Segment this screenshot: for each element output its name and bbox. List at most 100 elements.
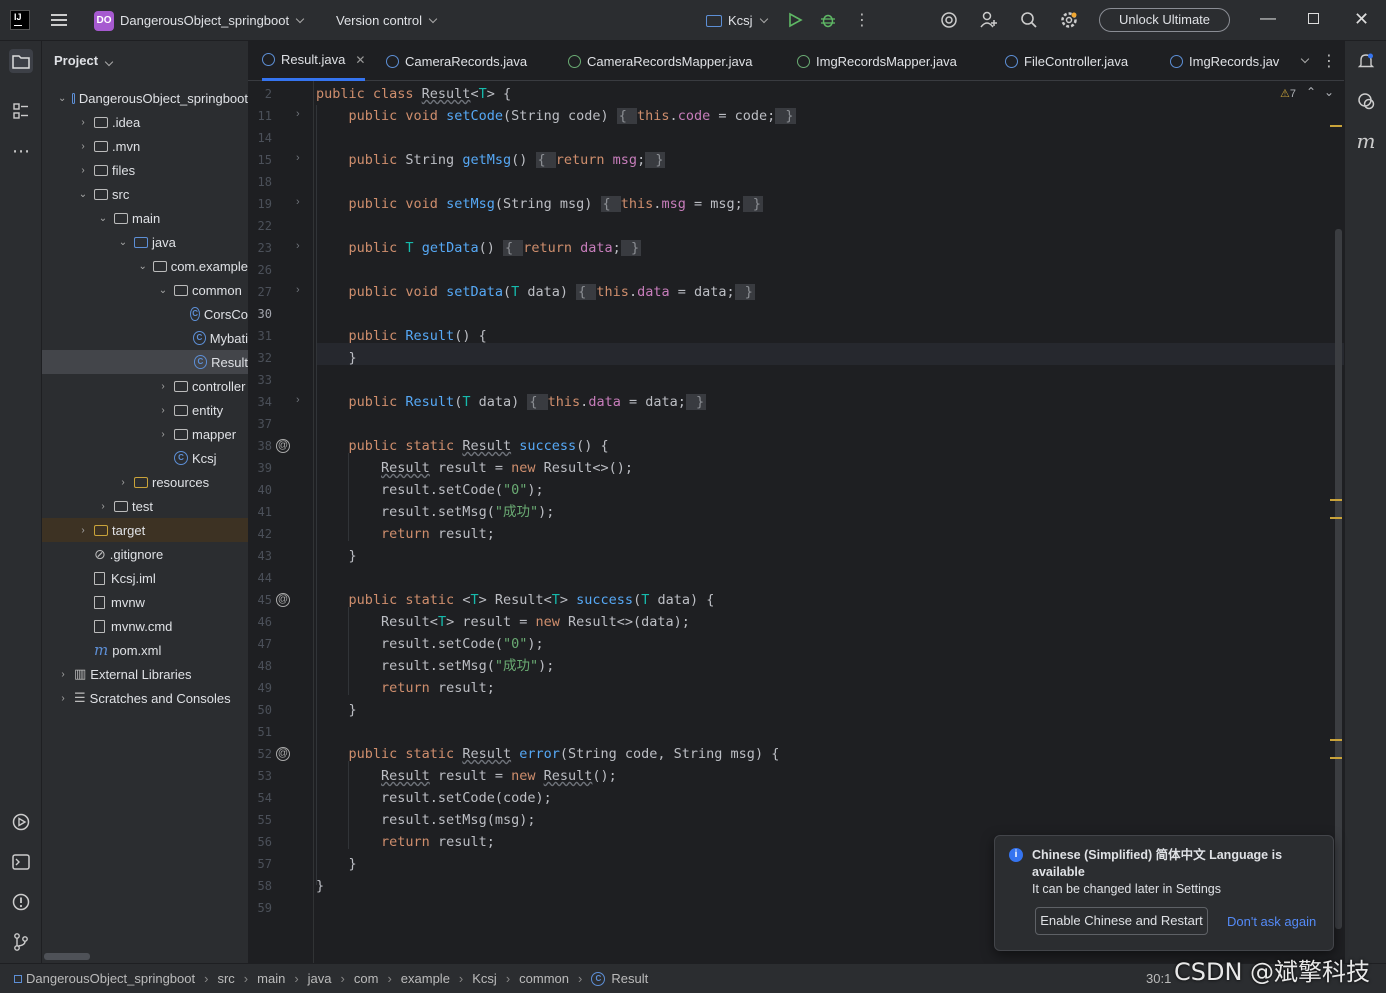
close-icon[interactable]: ✕ xyxy=(1354,9,1369,30)
tree-item-gitignore[interactable]: ⊘ .gitignore xyxy=(42,542,248,566)
app-logo[interactable]: IJ xyxy=(10,10,30,30)
line-number[interactable]: 34 xyxy=(248,395,272,409)
line-number[interactable]: 47 xyxy=(248,637,272,651)
breadcrumb-item[interactable]: Result xyxy=(611,971,648,986)
line-number[interactable]: 49 xyxy=(248,681,272,695)
tree-item-common[interactable]: ⌄ common xyxy=(42,278,248,302)
caret-position[interactable]: 30:1 xyxy=(1146,971,1171,986)
fold-chevron-icon[interactable]: › xyxy=(296,152,300,164)
line-number[interactable]: 15 xyxy=(248,153,272,167)
settings-gear-icon[interactable] xyxy=(1059,10,1079,30)
line-number[interactable]: 40 xyxy=(248,483,272,497)
tree-item-corsco[interactable]: C CorsCo xyxy=(42,302,248,326)
line-number[interactable]: 38 xyxy=(248,439,272,453)
tree-item-scratches-and-consoles[interactable]: › ☰ Scratches and Consoles xyxy=(42,686,248,710)
tree-item-java[interactable]: ⌄ java xyxy=(42,230,248,254)
line-number[interactable]: 2 xyxy=(248,87,272,101)
line-number[interactable]: 23 xyxy=(248,241,272,255)
error-stripe-mark[interactable] xyxy=(1330,739,1342,741)
tree-item-idea[interactable]: › .idea xyxy=(42,110,248,134)
line-number[interactable]: 58 xyxy=(248,879,272,893)
ai-assistant-icon[interactable] xyxy=(939,10,959,30)
tree-item-kcsj[interactable]: C Kcsj xyxy=(42,446,248,470)
breadcrumb-item[interactable]: src xyxy=(217,971,234,986)
ai-chat-icon[interactable] xyxy=(1354,89,1378,113)
line-number[interactable]: 50 xyxy=(248,703,272,717)
chevron-right-icon[interactable]: › xyxy=(158,405,168,416)
breadcrumb-item[interactable]: java xyxy=(308,971,332,986)
run-icon[interactable] xyxy=(786,11,804,29)
chevron-right-icon[interactable]: › xyxy=(158,429,168,440)
chevron-right-icon[interactable]: › xyxy=(58,693,68,704)
tree-item-main[interactable]: ⌄ main xyxy=(42,206,248,230)
tree-item-controller[interactable]: › controller xyxy=(42,374,248,398)
problems-tool-icon[interactable] xyxy=(9,890,33,914)
tree-item-test[interactable]: › test xyxy=(42,494,248,518)
line-number[interactable]: 41 xyxy=(248,505,272,519)
line-number[interactable]: 37 xyxy=(248,417,272,431)
project-tool-icon[interactable] xyxy=(9,49,33,73)
breadcrumb-item[interactable]: common xyxy=(519,971,569,986)
line-number[interactable]: 46 xyxy=(248,615,272,629)
tree-item-target[interactable]: › target xyxy=(42,518,248,542)
line-number[interactable]: 44 xyxy=(248,571,272,585)
line-number[interactable]: 57 xyxy=(248,857,272,871)
line-number[interactable]: 48 xyxy=(248,659,272,673)
error-stripe-mark[interactable] xyxy=(1330,125,1342,127)
tree-item-mapper[interactable]: › mapper xyxy=(42,422,248,446)
annotation-usage-icon[interactable]: @ xyxy=(276,747,290,761)
vertical-scrollbar[interactable] xyxy=(1335,229,1342,929)
annotation-usage-icon[interactable]: @ xyxy=(276,593,290,607)
line-number[interactable]: 55 xyxy=(248,813,272,827)
chevron-right-icon[interactable]: › xyxy=(78,117,88,128)
enable-chinese-restart-button[interactable]: Enable Chinese and Restart xyxy=(1035,907,1208,935)
line-number[interactable]: 54 xyxy=(248,791,272,805)
horizontal-scrollbar[interactable] xyxy=(44,953,90,960)
tree-item-com-example[interactable]: ⌄ com.example xyxy=(42,254,249,278)
error-stripe-mark[interactable] xyxy=(1330,757,1342,759)
chevron-down-icon[interactable]: ⌄ xyxy=(158,285,168,296)
tree-item-entity[interactable]: › entity xyxy=(42,398,248,422)
line-number[interactable]: 19 xyxy=(248,197,272,211)
chevron-down-icon[interactable]: ⌄ xyxy=(58,93,66,104)
terminal-tool-icon[interactable] xyxy=(9,850,33,874)
line-number[interactable]: 11 xyxy=(248,109,272,123)
chevron-right-icon[interactable]: › xyxy=(118,477,128,488)
tree-item-pom-xml[interactable]: m pom.xml xyxy=(42,638,248,662)
chevron-right-icon[interactable]: › xyxy=(58,669,68,680)
inspection-widget[interactable]: ⚠7 xyxy=(1280,87,1296,100)
line-number[interactable]: 30 xyxy=(248,307,272,321)
project-selector[interactable]: DangerousObject_springboot xyxy=(120,0,305,41)
minimize-icon[interactable]: — xyxy=(1260,10,1276,28)
breadcrumb-item[interactable]: main xyxy=(257,971,285,986)
line-number[interactable]: 18 xyxy=(248,175,272,189)
chevron-right-icon[interactable]: › xyxy=(78,525,88,536)
tab-camerarecordsmapper-java[interactable]: CameraRecordsMapper.java xyxy=(568,41,752,81)
tab-result-java[interactable]: Result.java ✕ xyxy=(262,41,366,81)
chevron-right-icon[interactable]: › xyxy=(78,141,88,152)
add-user-icon[interactable] xyxy=(979,10,999,30)
fold-chevron-icon[interactable]: › xyxy=(296,284,300,296)
main-menu-icon[interactable] xyxy=(51,14,67,26)
tree-item-files[interactable]: › files xyxy=(42,158,248,182)
line-number[interactable]: 22 xyxy=(248,219,272,233)
maven-tool-icon[interactable]: m xyxy=(1354,129,1378,153)
search-icon[interactable] xyxy=(1019,10,1039,30)
more-tools-icon[interactable]: ⋯ xyxy=(9,139,33,163)
error-stripe-mark[interactable] xyxy=(1330,517,1342,519)
tab-imgrecordsmapper-java[interactable]: ImgRecordsMapper.java xyxy=(797,41,957,81)
notifications-bell-icon[interactable] xyxy=(1354,49,1378,73)
line-number[interactable]: 26 xyxy=(248,263,272,277)
tree-item-kcsj-iml[interactable]: Kcsj.iml xyxy=(42,566,248,590)
line-number[interactable]: 52 xyxy=(248,747,272,761)
next-highlight-icon[interactable]: ⌄ xyxy=(1324,85,1334,99)
line-number[interactable]: 33 xyxy=(248,373,272,387)
error-stripe-mark[interactable] xyxy=(1330,499,1342,501)
maximize-icon[interactable] xyxy=(1308,13,1319,24)
code-area[interactable]: public class Result<T> { public void set… xyxy=(316,81,1346,963)
fold-chevron-icon[interactable]: › xyxy=(296,196,300,208)
unlock-ultimate-button[interactable]: Unlock Ultimate xyxy=(1099,8,1230,32)
line-number[interactable]: 27 xyxy=(248,285,272,299)
line-number[interactable]: 39 xyxy=(248,461,272,475)
line-number[interactable]: 56 xyxy=(248,835,272,849)
